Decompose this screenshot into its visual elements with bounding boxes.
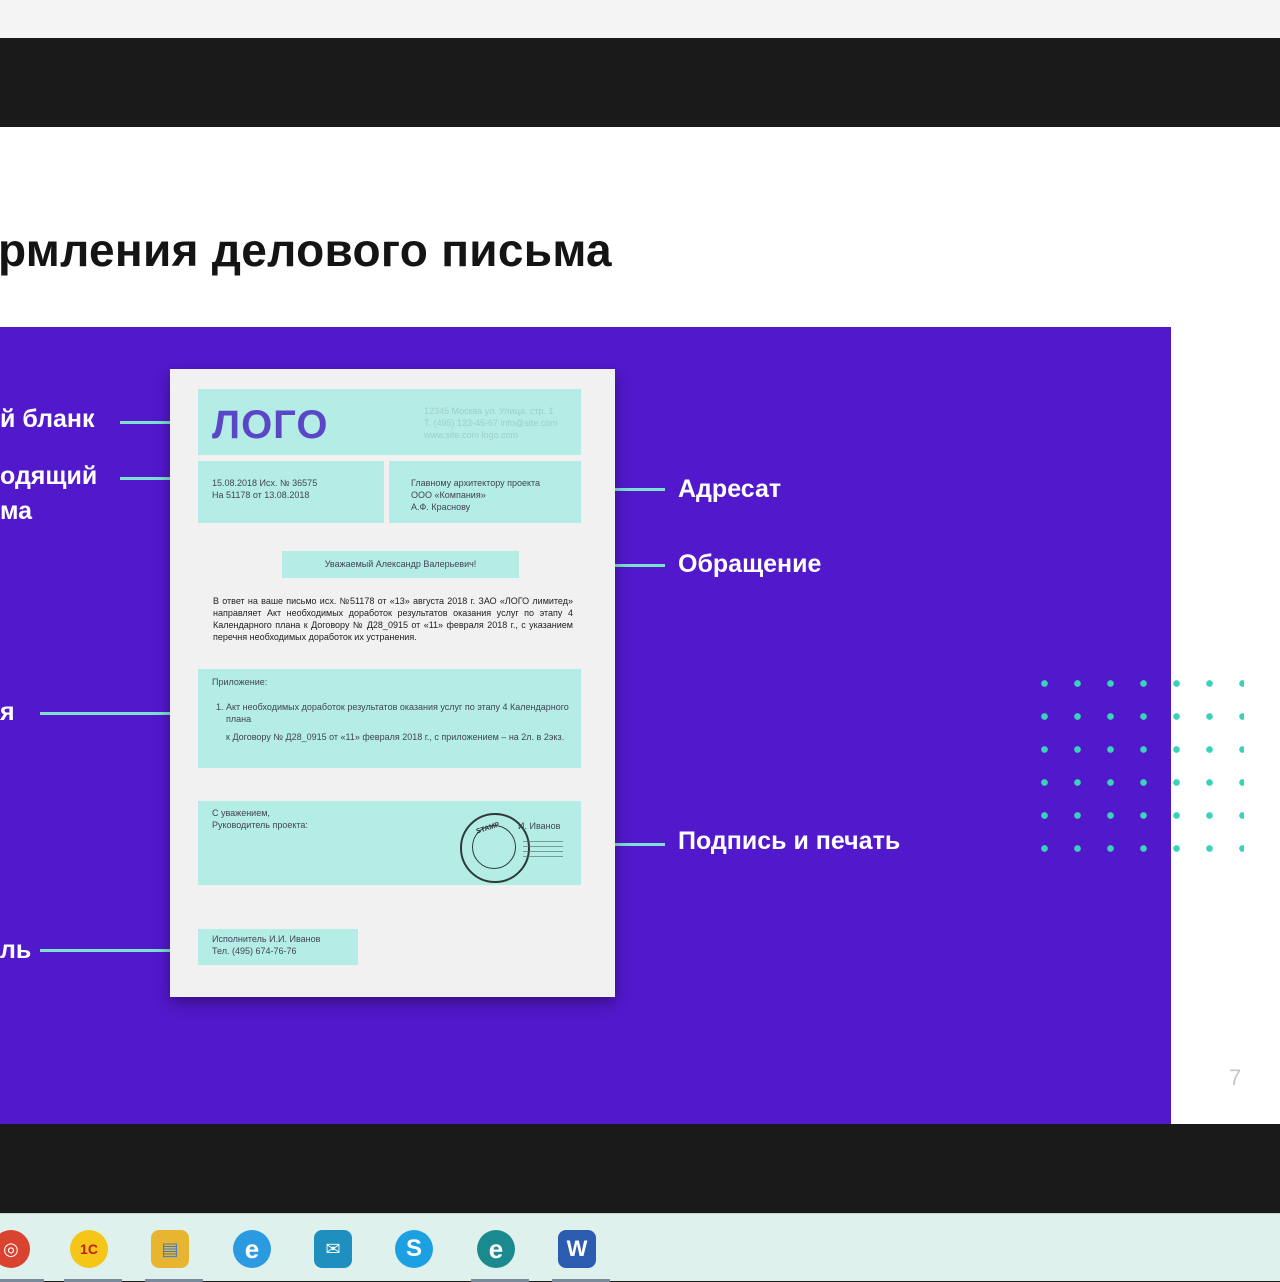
messages-icon: ✉ <box>314 1230 352 1268</box>
windows-taskbar: ◎ 1С ▤ e ✉ S e W <box>0 1213 1280 1282</box>
label-executor: ль <box>0 936 32 964</box>
folder-icon: ▤ <box>151 1230 189 1268</box>
letter-sample: ЛОГО 12345 Москва ул. Улица, стр. 1 Т. (… <box>170 369 615 997</box>
slide-title: рмления делового письма <box>0 224 612 276</box>
bottom-black-bar <box>0 1124 1280 1213</box>
edge-icon: e <box>477 1230 515 1268</box>
word-icon: W <box>558 1230 596 1268</box>
decorative-dot-grid <box>1028 667 1244 877</box>
taskbar-app-1c[interactable]: 1С <box>64 1224 122 1282</box>
taskbar-app-chrome[interactable]: ◎ <box>0 1224 44 1282</box>
outgoing-ref-text: 15.08.2018 Исх. № 36575 На 51178 от 13.0… <box>212 478 318 500</box>
label-outgoing-line2: ма <box>0 497 33 525</box>
skype-icon: S <box>395 1230 433 1268</box>
signature-text: С уважением, Руководитель проекта: <box>212 808 308 830</box>
label-addressee: Адресат <box>678 475 782 503</box>
salutation-text: Уважаемый Александр Валерьевич! <box>324 559 477 569</box>
letterhead-address: 12345 Москва ул. Улица, стр. 1 Т. (495) … <box>424 406 558 440</box>
executor-block: Исполнитель И.И. Иванов Тел. (495) 674-7… <box>198 929 358 965</box>
letter-body: В ответ на ваше письмо исх. №51178 от «1… <box>213 596 573 642</box>
top-light-strip <box>0 0 1280 38</box>
label-outgoing-line1: одящий <box>0 462 98 490</box>
taskbar-app-ie[interactable]: e <box>227 1224 277 1274</box>
label-attachment: я <box>0 698 15 726</box>
chrome-icon: ◎ <box>0 1230 30 1268</box>
taskbar-app-explorer[interactable]: ▤ <box>145 1224 203 1282</box>
presentation-slide: рмления делового письма й бланк одящий м… <box>0 127 1280 1124</box>
top-black-bar <box>0 0 1280 127</box>
addressee-text: Главному архитектору проекта ООО «Компан… <box>411 478 541 512</box>
slide-page-number: 7 <box>1229 1065 1242 1090</box>
letterhead-block: ЛОГО 12345 Москва ул. Улица, стр. 1 Т. (… <box>198 389 581 455</box>
label-signature: Подпись и печать <box>678 827 901 855</box>
taskbar-app-edge[interactable]: e <box>471 1224 529 1282</box>
taskbar-app-word[interactable]: W <box>552 1224 610 1282</box>
outgoing-ref-block: 15.08.2018 Исх. № 36575 На 51178 от 13.0… <box>198 461 384 523</box>
internet-explorer-icon: e <box>233 1230 271 1268</box>
slide-purple-panel: й бланк одящий ма я ль Адресат Обращение… <box>0 327 1171 1124</box>
taskbar-app-skype[interactable]: S <box>389 1224 439 1274</box>
taskbar-app-messages[interactable]: ✉ <box>308 1224 358 1274</box>
attachment-block: Приложение: Акт необходимых доработок ре… <box>198 669 581 768</box>
attachment-title: Приложение: <box>212 677 268 687</box>
label-salutation: Обращение <box>678 550 822 578</box>
salutation-block: Уважаемый Александр Валерьевич! <box>282 551 519 578</box>
signature-block: С уважением, Руководитель проекта: STAMP… <box>198 801 581 885</box>
attachment-item: Акт необходимых доработок результатов ок… <box>226 701 578 725</box>
label-blank: й бланк <box>0 405 95 433</box>
attachment-list: Акт необходимых доработок результатов ок… <box>214 701 578 749</box>
addressee-block: Главному архитектору проекта ООО «Компан… <box>389 461 581 523</box>
1c-icon: 1С <box>70 1230 108 1268</box>
attachment-item: к Договору № Д28_0915 от «11» февраля 20… <box>226 732 565 742</box>
postmark-waves <box>523 837 563 861</box>
letter-logo: ЛОГО <box>212 403 329 447</box>
signature-name: И. Иванов <box>518 821 561 831</box>
executor-text: Исполнитель И.И. Иванов Тел. (495) 674-7… <box>212 934 321 956</box>
